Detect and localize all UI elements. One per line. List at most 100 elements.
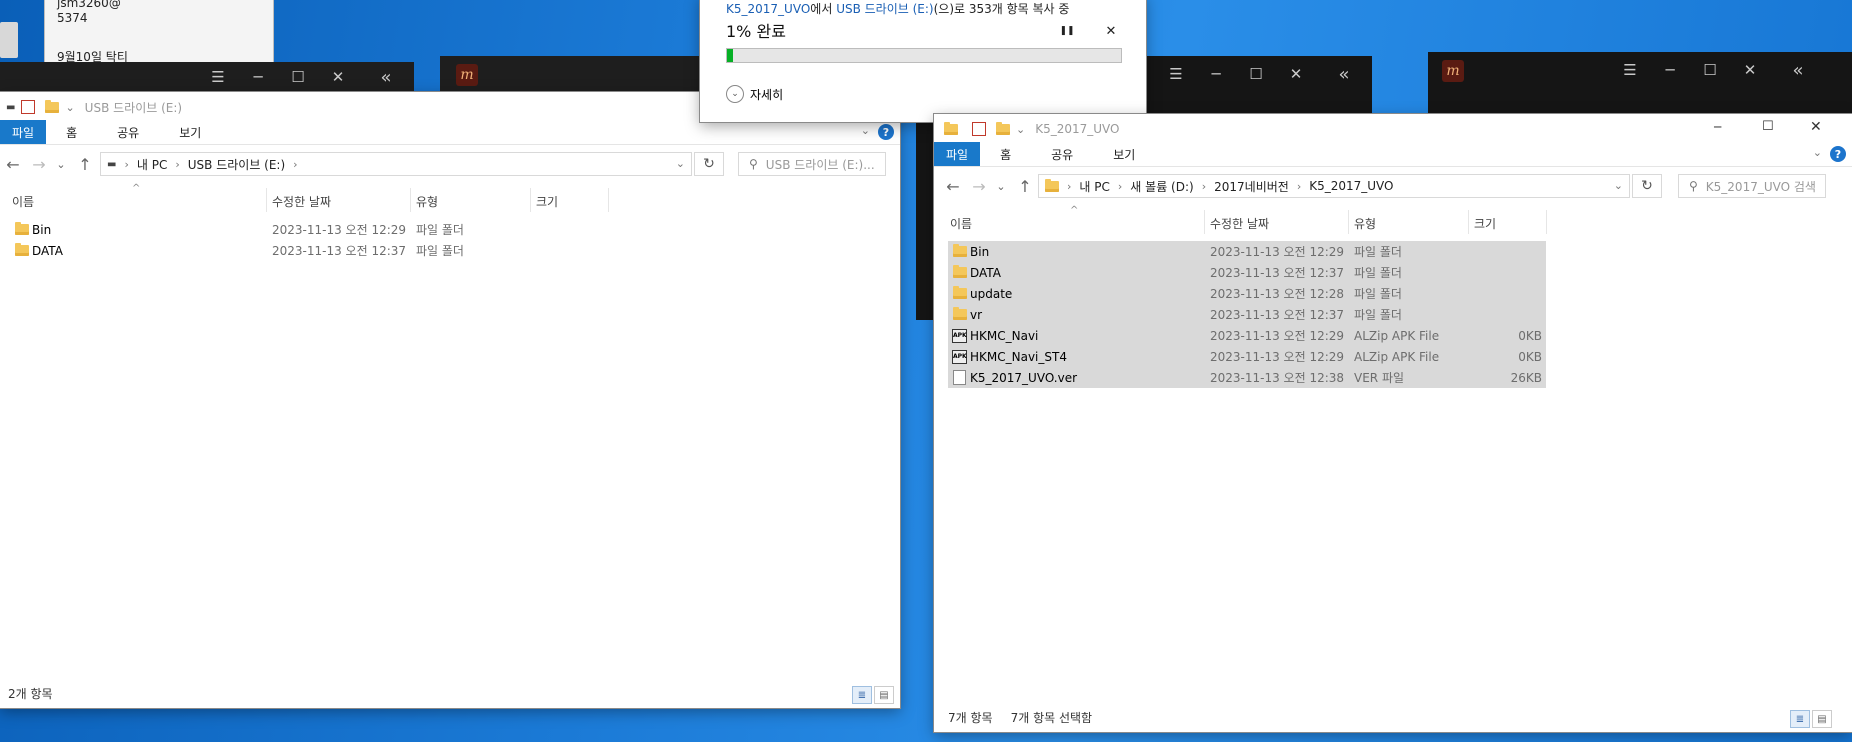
list-item[interactable]: vr 2023-11-13 오전 12:37 파일 폴더 xyxy=(948,304,1546,325)
maximize-icon[interactable]: ☐ xyxy=(1236,56,1276,92)
file-date: 2023-11-13 오전 12:29 xyxy=(272,223,407,237)
column-divider[interactable] xyxy=(608,188,609,212)
refresh-button[interactable]: ↻ xyxy=(1632,174,1662,198)
desktop-shortcut-icon[interactable] xyxy=(0,22,18,58)
address-bar[interactable]: › 내 PC › 새 볼륨 (D:) › 2017네비버전 › K5_2017_… xyxy=(1038,174,1630,198)
drive-icon[interactable]: ▬ xyxy=(6,102,15,113)
list-item[interactable]: APK HKMC_Navi_ST4 2023-11-13 오전 12:29 AL… xyxy=(948,346,1546,367)
forward-icon[interactable]: → xyxy=(28,145,50,183)
help-icon[interactable]: ? xyxy=(1830,146,1846,162)
forward-icon[interactable]: → xyxy=(968,167,990,205)
column-divider[interactable] xyxy=(1348,210,1349,234)
sticky-note-window[interactable]: jsm3260@ 5374 9월10일 탁티 xyxy=(44,0,274,64)
up-icon[interactable]: ↑ xyxy=(74,145,96,183)
column-size[interactable]: 크기 xyxy=(536,193,558,210)
back-icon[interactable]: ← xyxy=(942,167,964,205)
new-folder-icon[interactable] xyxy=(996,121,1010,135)
search-input[interactable]: ⚲ K5_2017_UVO 검색 xyxy=(1678,174,1826,198)
refresh-button[interactable]: ↻ xyxy=(694,152,724,176)
new-folder-icon[interactable] xyxy=(45,99,60,113)
breadcrumb-this-pc[interactable]: 내 PC xyxy=(137,156,167,173)
minimize-icon[interactable]: ─ xyxy=(238,62,278,92)
address-dropdown-icon[interactable]: ⌄ xyxy=(676,157,685,170)
source-folder-link[interactable]: K5_2017_UVO xyxy=(726,2,810,16)
close-icon[interactable]: ✕ xyxy=(1276,56,1316,92)
breadcrumb-usb-drive[interactable]: USB 드라이브 (E:) xyxy=(188,156,285,173)
menu-icon[interactable]: ☰ xyxy=(1610,52,1650,88)
maximize-icon[interactable]: ☐ xyxy=(1690,52,1730,88)
details-view-icon[interactable]: ≣ xyxy=(852,686,872,704)
help-icon[interactable]: ? xyxy=(878,124,894,140)
column-type[interactable]: 유형 xyxy=(416,193,438,210)
list-item[interactable]: APK HKMC_Navi 2023-11-13 오전 12:29 ALZip … xyxy=(948,325,1546,346)
search-input[interactable]: ⚲ USB 드라이브 (E:)... xyxy=(738,152,886,176)
close-icon[interactable]: ✕ xyxy=(1730,52,1770,88)
details-view-icon[interactable]: ≣ xyxy=(1790,710,1810,728)
properties-checkbox-icon[interactable] xyxy=(972,122,986,136)
recent-locations-icon[interactable]: ⌄ xyxy=(994,167,1008,205)
list-item[interactable]: K5_2017_UVO.ver 2023-11-13 오전 12:38 VER … xyxy=(948,367,1546,388)
tab-home[interactable]: 홈 xyxy=(46,120,97,144)
tab-file[interactable]: 파일 xyxy=(934,142,981,166)
column-type[interactable]: 유형 xyxy=(1354,215,1376,232)
address-dropdown-icon[interactable]: ⌄ xyxy=(1614,179,1623,192)
breadcrumb-2017-navi[interactable]: 2017네비버전 xyxy=(1214,178,1289,195)
column-divider[interactable] xyxy=(1204,210,1205,234)
column-date[interactable]: 수정한 날짜 xyxy=(1210,215,1269,232)
tab-home[interactable]: 홈 xyxy=(980,142,1031,166)
column-name[interactable]: 이름 xyxy=(950,215,972,232)
collapse-icon[interactable]: « xyxy=(1778,52,1818,88)
maximize-icon[interactable]: ☐ xyxy=(278,62,318,92)
column-divider[interactable] xyxy=(530,188,531,212)
collapse-icon[interactable]: « xyxy=(366,62,406,92)
close-icon[interactable]: ✕ xyxy=(1810,119,1822,135)
tab-share[interactable]: 공유 xyxy=(97,120,159,144)
column-size[interactable]: 크기 xyxy=(1474,215,1496,232)
column-divider[interactable] xyxy=(266,188,267,212)
minimize-icon[interactable]: ─ xyxy=(1650,52,1690,88)
column-date[interactable]: 수정한 날짜 xyxy=(272,193,331,210)
breadcrumb-k5-uvo[interactable]: K5_2017_UVO xyxy=(1309,179,1393,193)
copy-text-rest: (으)로 353개 항목 복사 중 xyxy=(933,2,1070,16)
breadcrumb-volume-d[interactable]: 새 볼륨 (D:) xyxy=(1130,178,1193,195)
tab-file[interactable]: 파일 xyxy=(0,120,47,144)
menu-icon[interactable]: ☰ xyxy=(1156,56,1196,92)
ribbon-expand-icon[interactable]: ⌄ xyxy=(861,124,870,137)
up-icon[interactable]: ↑ xyxy=(1014,167,1036,205)
tab-share[interactable]: 공유 xyxy=(1031,142,1093,166)
properties-checkbox-icon[interactable] xyxy=(21,100,36,114)
customize-qat-icon[interactable]: ⌄ xyxy=(1016,123,1025,136)
menu-icon[interactable]: ☰ xyxy=(198,62,238,92)
cancel-copy-icon[interactable]: ✕ xyxy=(1102,22,1120,40)
folder-icon xyxy=(944,121,958,135)
item-count: 7개 항목 xyxy=(948,710,993,725)
list-item[interactable]: update 2023-11-13 오전 12:28 파일 폴더 xyxy=(948,283,1546,304)
large-icons-view-icon[interactable]: ▤ xyxy=(874,686,894,704)
list-item[interactable]: DATA 2023-11-13 오전 12:37 파일 폴더 xyxy=(948,262,1546,283)
tab-view[interactable]: 보기 xyxy=(159,120,221,144)
breadcrumb-this-pc[interactable]: 내 PC xyxy=(1079,178,1109,195)
list-item[interactable]: Bin 2023-11-13 오전 12:29 파일 폴더 xyxy=(948,241,1546,262)
collapse-icon[interactable]: « xyxy=(1324,56,1364,92)
item-count: 2개 항목 xyxy=(8,686,53,701)
column-name[interactable]: 이름 xyxy=(12,193,34,210)
recent-locations-icon[interactable]: ⌄ xyxy=(54,145,68,183)
maximize-icon[interactable]: ☐ xyxy=(1762,119,1774,134)
close-icon[interactable]: ✕ xyxy=(318,62,358,92)
address-bar[interactable]: ▬ › 내 PC › USB 드라이브 (E:) › ⌄ xyxy=(100,152,692,176)
column-divider[interactable] xyxy=(1468,210,1469,234)
tab-view[interactable]: 보기 xyxy=(1093,142,1155,166)
destination-link[interactable]: USB 드라이브 (E:) xyxy=(836,2,933,16)
column-divider[interactable] xyxy=(410,188,411,212)
back-icon[interactable]: ← xyxy=(2,145,24,183)
ribbon-expand-icon[interactable]: ⌄ xyxy=(1813,146,1822,159)
minimize-icon[interactable]: ─ xyxy=(1714,120,1721,134)
minimize-icon[interactable]: ─ xyxy=(1196,56,1236,92)
pause-icon[interactable]: ❚❚ xyxy=(1058,22,1076,40)
column-divider[interactable] xyxy=(1546,210,1547,234)
list-item[interactable]: Bin 2023-11-13 오전 12:29 파일 폴더 xyxy=(10,219,610,240)
details-toggle[interactable]: ⌄ 자세히 xyxy=(726,85,783,103)
large-icons-view-icon[interactable]: ▤ xyxy=(1812,710,1832,728)
list-item[interactable]: DATA 2023-11-13 오전 12:37 파일 폴더 xyxy=(10,240,610,261)
customize-qat-icon[interactable]: ⌄ xyxy=(65,101,74,114)
